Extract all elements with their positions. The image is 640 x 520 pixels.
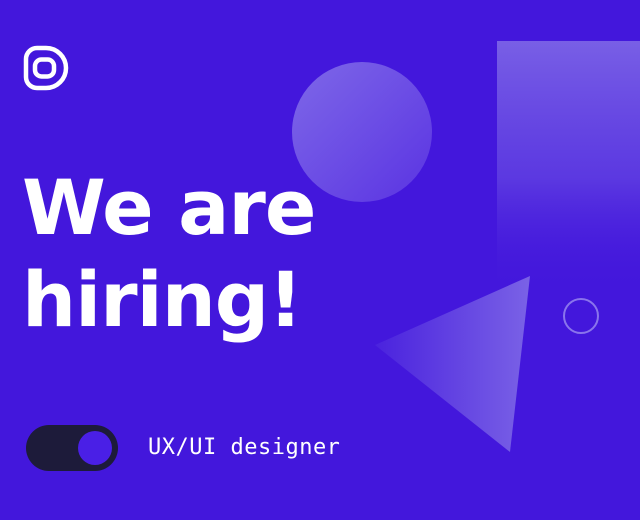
headline: We are hiring! bbox=[22, 162, 316, 346]
role-label: UX/UI designer bbox=[148, 435, 341, 460]
toggle-knob bbox=[78, 431, 112, 465]
decor-rectangle bbox=[497, 41, 640, 291]
decor-ring bbox=[563, 298, 599, 334]
role-toggle[interactable] bbox=[26, 425, 118, 471]
decor-triangle bbox=[375, 276, 530, 452]
brand-logo-icon bbox=[23, 45, 69, 91]
headline-line-1: We are bbox=[22, 163, 316, 252]
headline-line-2: hiring! bbox=[22, 255, 303, 344]
hiring-banner: We are hiring! UX/UI designer bbox=[0, 0, 640, 520]
